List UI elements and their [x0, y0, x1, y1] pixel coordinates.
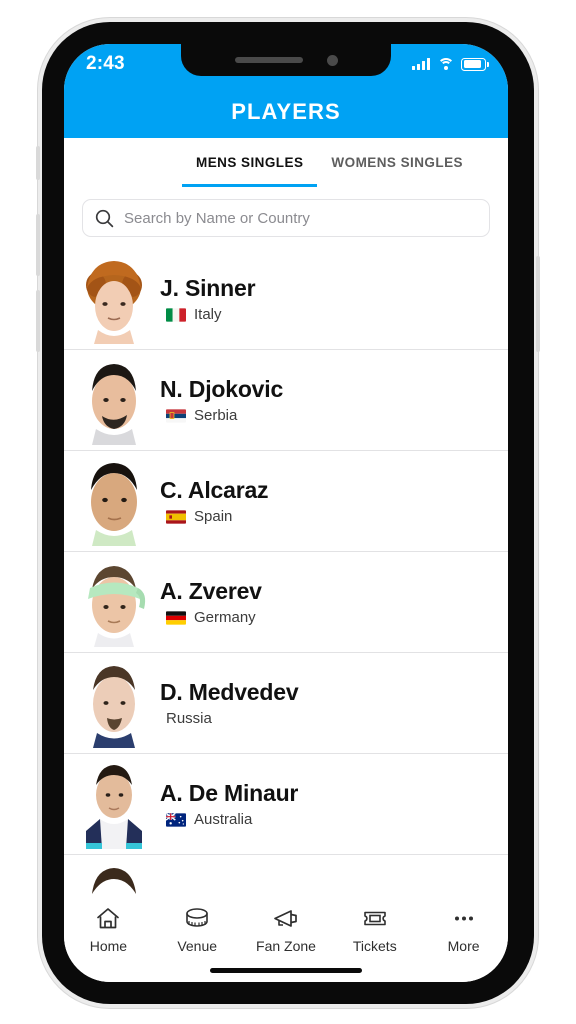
- tab-label: MENS SINGLES: [196, 155, 304, 170]
- table-row[interactable]: D. Medvedev Russia: [64, 653, 508, 754]
- status-indicators: [412, 57, 489, 71]
- megaphone-icon: [272, 905, 300, 931]
- player-name: J. Sinner: [160, 275, 256, 301]
- nav-item-more[interactable]: More: [419, 905, 508, 954]
- avatar: [78, 658, 150, 748]
- player-name: N. Djokovic: [160, 376, 284, 402]
- player-headshot-icon: [88, 566, 146, 647]
- earpiece-speaker-icon: [234, 57, 303, 63]
- page-title: PLAYERS: [231, 99, 341, 124]
- notch: [181, 44, 391, 76]
- player-name: A. De Minaur: [160, 780, 299, 806]
- player-name: A. Zverev: [160, 578, 262, 604]
- avatar: [78, 759, 150, 849]
- player-info: A. De Minaur Australia: [160, 780, 298, 828]
- player-name: D. Medvedev: [160, 679, 299, 705]
- category-tabs: MENS SINGLES WOMENS SINGLES: [64, 138, 508, 187]
- player-country: Russia: [160, 710, 298, 727]
- player-country: Italy: [160, 306, 255, 323]
- tab-womens-singles[interactable]: WOMENS SINGLES: [317, 138, 477, 187]
- phone-screen: 2:43 PLAYERS MENS SINGLES WOMENS SINGLES: [64, 44, 508, 982]
- player-info: C. Alcaraz Spain: [160, 477, 269, 525]
- serbia-flag-icon: [166, 408, 186, 423]
- nav-label: Venue: [177, 938, 218, 954]
- player-headshot-icon: [93, 666, 135, 748]
- ticket-icon: [361, 905, 389, 931]
- country-name: Germany: [194, 609, 256, 626]
- home-icon: [95, 905, 121, 931]
- tab-mens-singles[interactable]: MENS SINGLES: [182, 138, 318, 187]
- player-headshot-icon: [86, 765, 142, 849]
- front-camera-icon: [326, 54, 338, 66]
- table-row[interactable]: C. Alcaraz Spain: [64, 451, 508, 552]
- nav-label: Fan Zone: [256, 938, 316, 954]
- player-country: Spain: [160, 508, 268, 525]
- country-name: Russia: [166, 710, 212, 727]
- player-country: Australia: [160, 811, 298, 828]
- volume-up-button[interactable]: [36, 214, 40, 276]
- screenshot-stage: 2:43 PLAYERS MENS SINGLES WOMENS SINGLES: [0, 0, 576, 1024]
- player-list[interactable]: J. Sinner Italy N. Djokovic Serbia C. Al…: [64, 249, 508, 916]
- player-headshot-icon: [92, 364, 136, 445]
- player-info: D. Medvedev Russia: [160, 679, 299, 727]
- player-info: J. Sinner Italy: [160, 275, 256, 323]
- table-row[interactable]: N. Djokovic Serbia: [64, 350, 508, 451]
- table-row[interactable]: A. Zverev Germany: [64, 552, 508, 653]
- search-bar[interactable]: [82, 199, 490, 237]
- nav-item-home[interactable]: Home: [64, 905, 153, 954]
- nav-item-fan-zone[interactable]: Fan Zone: [242, 905, 331, 954]
- player-headshot-icon: [91, 463, 137, 546]
- bottom-navigation: Home Venue Fan Zone Tickets More: [64, 894, 508, 982]
- table-row[interactable]: A. De Minaur Australia: [64, 754, 508, 855]
- table-row[interactable]: J. Sinner Italy: [64, 249, 508, 350]
- search-input[interactable]: [124, 209, 477, 227]
- germany-flag-icon: [166, 610, 186, 625]
- player-info: A. Zverev Germany: [160, 578, 262, 626]
- wifi-icon: [437, 57, 454, 71]
- avatar: [78, 355, 150, 445]
- app-header: PLAYERS: [64, 86, 508, 138]
- nav-label: Home: [89, 938, 128, 954]
- australia-flag-icon: [166, 812, 186, 827]
- power-button[interactable]: [536, 256, 540, 352]
- volume-down-button[interactable]: [36, 290, 40, 352]
- player-headshot-icon: [86, 261, 142, 344]
- status-time: 2:43: [86, 53, 125, 74]
- avatar: [78, 557, 150, 647]
- italy-flag-icon: [166, 307, 186, 322]
- nav-label: More: [447, 938, 480, 954]
- nav-label: Tickets: [352, 938, 397, 954]
- silent-switch-button[interactable]: [36, 146, 40, 180]
- home-indicator[interactable]: [210, 968, 362, 973]
- signal-bars-icon: [412, 58, 430, 70]
- country-name: Italy: [194, 306, 222, 323]
- country-name: Spain: [194, 508, 233, 525]
- country-name: Australia: [194, 811, 253, 828]
- country-name: Serbia: [194, 407, 238, 424]
- phone-frame: 2:43 PLAYERS MENS SINGLES WOMENS SINGLES: [36, 18, 540, 1008]
- stadium-icon: [183, 905, 211, 931]
- battery-icon: [461, 57, 489, 71]
- search-icon: [95, 209, 114, 227]
- player-name: C. Alcaraz: [160, 477, 269, 503]
- search-section: [64, 187, 508, 249]
- avatar: [78, 456, 150, 546]
- tab-label: WOMENS SINGLES: [331, 155, 463, 170]
- player-info: N. Djokovic Serbia: [160, 376, 283, 424]
- player-country: Serbia: [160, 407, 283, 424]
- nav-item-venue[interactable]: Venue: [153, 905, 242, 954]
- ellipsis-icon: [450, 905, 478, 931]
- avatar: [78, 254, 150, 344]
- spain-flag-icon: [166, 509, 186, 524]
- player-country: Germany: [160, 609, 262, 626]
- nav-item-tickets[interactable]: Tickets: [330, 905, 419, 954]
